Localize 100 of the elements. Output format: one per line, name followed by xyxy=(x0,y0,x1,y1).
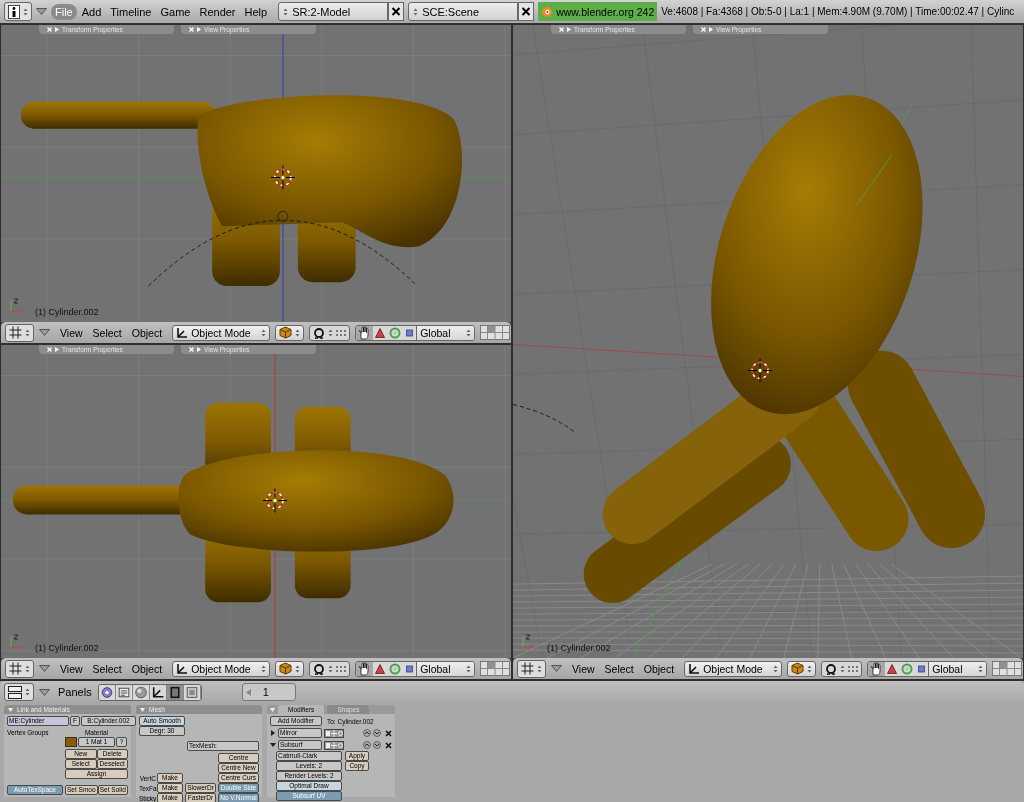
spinner-icon xyxy=(25,663,30,674)
delete-icon[interactable] xyxy=(388,2,405,21)
logic-context-icon[interactable] xyxy=(98,684,116,700)
menu-item[interactable]: Add xyxy=(77,3,106,20)
spinner-icon xyxy=(261,663,267,674)
layer-buttons[interactable] xyxy=(480,325,511,340)
delete-icon[interactable] xyxy=(385,729,392,737)
triangle-icon[interactable] xyxy=(373,325,388,340)
left-arrow-icon xyxy=(245,688,251,696)
hand-icon[interactable] xyxy=(868,661,886,676)
collapse-icon[interactable] xyxy=(140,707,145,712)
layer-buttons[interactable] xyxy=(992,661,1023,676)
triangle-icon[interactable] xyxy=(373,661,388,676)
object-label: (1) Cylinder.002 xyxy=(547,643,611,653)
close-icon xyxy=(189,27,194,32)
editor-type-button[interactable] xyxy=(5,659,34,678)
version-label: www.blender.org 242 xyxy=(556,5,655,18)
editor-type-button[interactable] xyxy=(517,659,546,678)
layer-buttons[interactable] xyxy=(480,661,511,676)
mode-dropdown[interactable]: Object Mode xyxy=(684,660,783,677)
shading-dropdown[interactable] xyxy=(275,324,305,341)
cube-icon xyxy=(279,662,293,675)
object-label: (1) Cylinder.002 xyxy=(35,307,99,317)
menu-item[interactable]: Select xyxy=(599,662,639,675)
hand-icon[interactable] xyxy=(356,325,374,340)
expand-icon[interactable] xyxy=(270,742,276,748)
panels-icon xyxy=(8,685,22,699)
object-label: (1) Cylinder.002 xyxy=(35,643,99,653)
spinner-icon xyxy=(261,327,267,338)
axis-icon xyxy=(176,326,189,339)
menu-item[interactable]: View xyxy=(55,326,88,339)
menu-item[interactable]: Timeline xyxy=(106,3,156,20)
screen-selector[interactable]: SR:2-Model xyxy=(278,2,389,21)
delete-icon[interactable] xyxy=(385,741,392,749)
menu-item[interactable]: Select xyxy=(87,326,127,339)
menu-item[interactable]: Game xyxy=(156,3,195,20)
spinner-icon xyxy=(413,6,419,17)
hand-icon[interactable] xyxy=(356,661,374,676)
move-down-icon[interactable] xyxy=(373,741,381,749)
menu-item[interactable]: Render xyxy=(195,3,240,20)
mode-toggles-icon[interactable] xyxy=(324,728,344,738)
shading-dropdown[interactable] xyxy=(787,660,817,677)
menu-item[interactable]: Help xyxy=(240,3,272,20)
menu-item[interactable]: Object xyxy=(638,662,680,675)
spinner-icon xyxy=(773,663,779,674)
collapse-icon[interactable] xyxy=(551,665,562,672)
spinner-icon xyxy=(328,663,334,674)
orientation-dropdown[interactable]: Global xyxy=(928,661,987,676)
3d-cursor-icon xyxy=(747,357,773,383)
editor-type-button[interactable] xyxy=(4,2,32,21)
grid-icon xyxy=(9,662,22,675)
editor-type-button[interactable] xyxy=(5,323,34,342)
menu-item[interactable]: View xyxy=(55,662,88,675)
spinner-icon xyxy=(466,327,472,338)
scene-stats: Ve:4608 | Fa:4368 | Ob:5-0 | La:1 | Mem:4.90M (9.70M) | Time:00:02.47 | Cylinc xyxy=(661,6,1015,17)
frame-field[interactable]: 1 xyxy=(241,683,296,701)
spinner-icon xyxy=(25,327,30,338)
dashed-arc xyxy=(513,403,576,433)
spinner-icon xyxy=(978,663,984,674)
spinner-icon xyxy=(25,687,30,697)
spinner-icon xyxy=(807,663,813,674)
menu-item[interactable]: Select xyxy=(87,662,127,675)
mode-toggles-icon[interactable] xyxy=(324,740,344,750)
spinner-icon xyxy=(840,663,846,674)
mode-dropdown[interactable]: Object Mode xyxy=(172,660,271,677)
spinner-icon xyxy=(283,6,289,17)
axis-icon xyxy=(688,662,701,675)
orientation-dropdown[interactable]: Global xyxy=(416,661,475,676)
expand-icon xyxy=(197,27,201,32)
grid-icon xyxy=(9,326,22,339)
editor-type-button[interactable] xyxy=(4,683,34,701)
expand-icon xyxy=(567,27,571,32)
close-icon xyxy=(189,347,194,352)
collapse-icon[interactable] xyxy=(39,329,50,336)
collapse-icon[interactable] xyxy=(39,688,50,696)
triangle-icon[interactable] xyxy=(885,661,900,676)
move-down-icon[interactable] xyxy=(373,729,381,737)
axis-gizmo-icon xyxy=(9,633,25,649)
menu-item[interactable]: Object xyxy=(126,662,168,675)
expand-icon[interactable] xyxy=(270,730,276,736)
spinner-icon xyxy=(23,6,28,17)
close-icon xyxy=(47,27,52,32)
orientation-dropdown[interactable]: Global xyxy=(416,325,475,340)
spinner-icon xyxy=(295,663,301,674)
collapse-icon[interactable] xyxy=(36,8,47,15)
mode-dropdown[interactable]: Object Mode xyxy=(172,324,271,341)
spinner-icon xyxy=(466,663,472,674)
move-up-icon[interactable] xyxy=(363,729,371,737)
menu-item[interactable]: View xyxy=(567,662,600,675)
expand-icon xyxy=(55,347,59,352)
axis-icon xyxy=(176,662,189,675)
shading-dropdown[interactable] xyxy=(275,660,305,677)
scene-selector[interactable]: SCE:Scene xyxy=(408,2,519,21)
collapse-icon[interactable] xyxy=(39,665,50,672)
menu-item[interactable]: Object xyxy=(126,326,168,339)
move-up-icon[interactable] xyxy=(363,741,371,749)
delete-icon[interactable] xyxy=(518,2,535,21)
close-icon xyxy=(701,27,706,32)
expand-icon xyxy=(55,27,59,32)
collapse-icon[interactable] xyxy=(8,707,13,712)
